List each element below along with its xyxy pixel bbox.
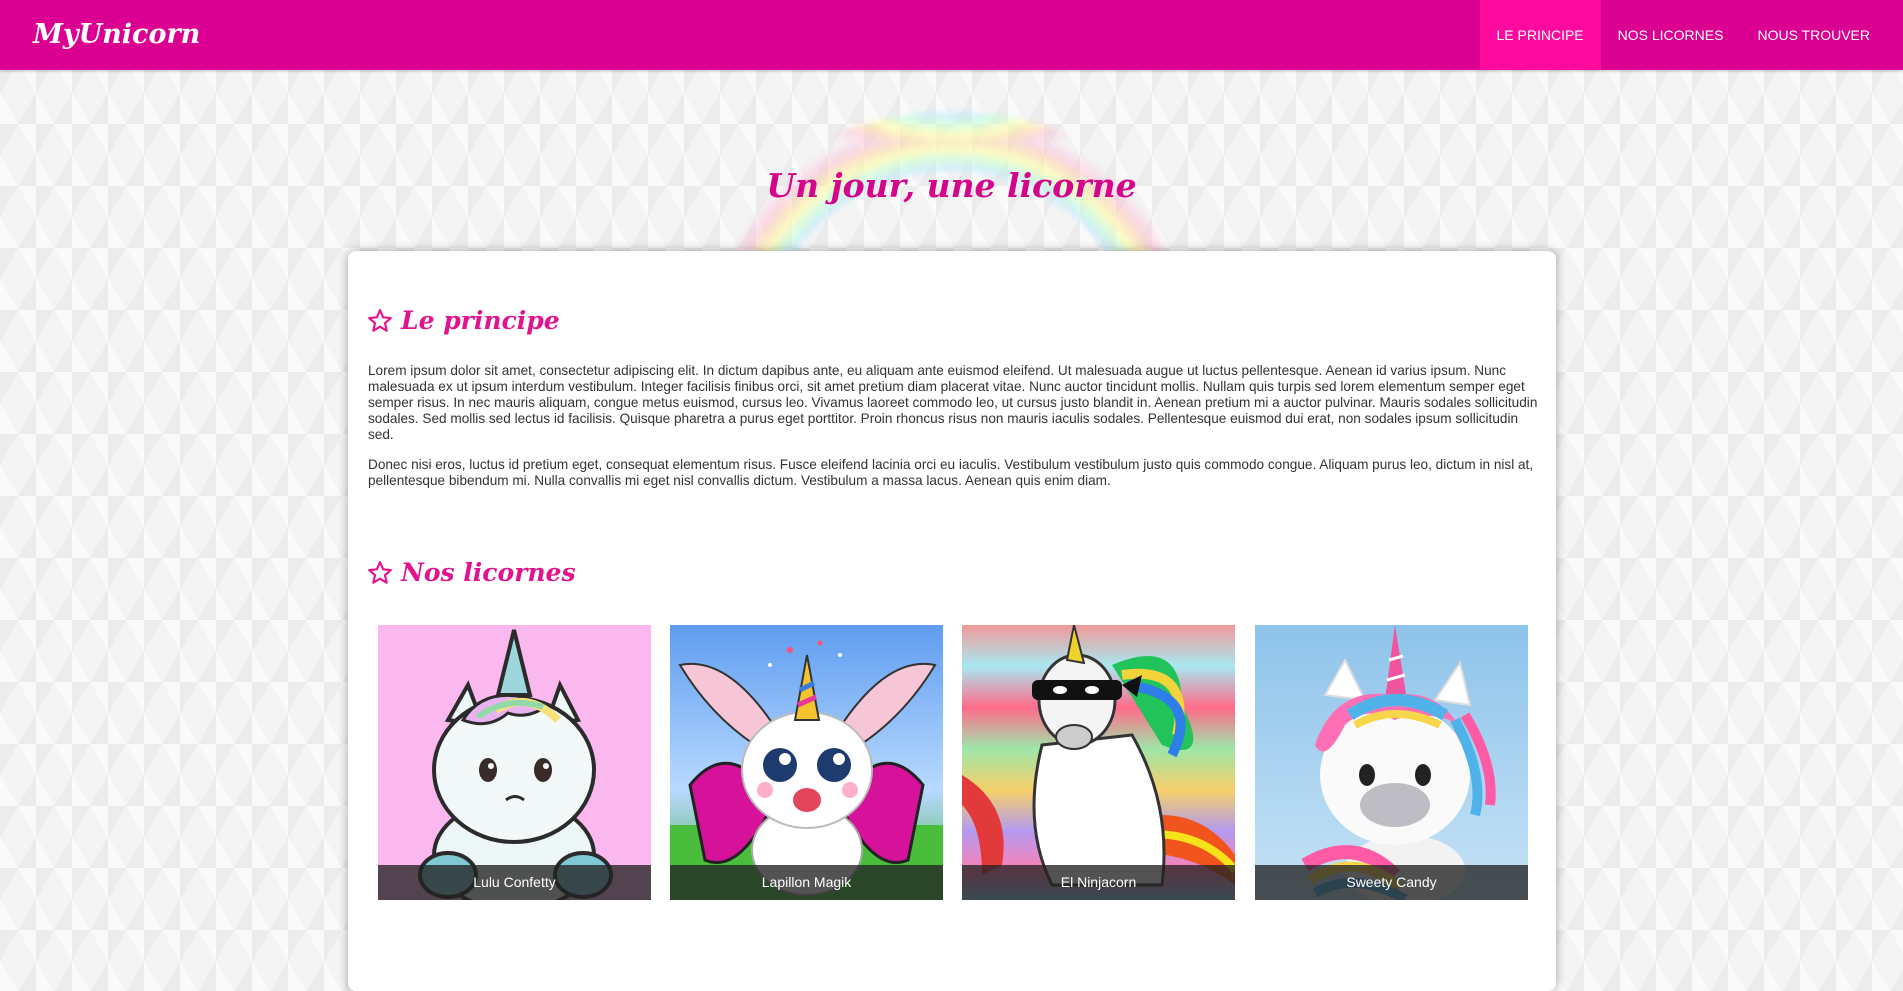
navbar: MyUnicorn LE PRINCIPE NOS LICORNES NOUS … xyxy=(0,0,1903,70)
principe-paragraph-1: Lorem ipsum dolor sit amet, consectetur … xyxy=(368,363,1538,442)
content-card: Le principe Lorem ipsum dolor sit amet, … xyxy=(348,251,1556,991)
section-title-licornes: Nos licornes xyxy=(367,558,576,587)
unicorn-card[interactable]: El Ninjacorn xyxy=(962,625,1235,900)
unicorn-card[interactable]: Lapillon Magik xyxy=(670,625,943,900)
section-title-licornes-text: Nos licornes xyxy=(401,558,576,587)
nav-item-le-principe[interactable]: LE PRINCIPE xyxy=(1479,0,1601,70)
section-title-principe-text: Le principe xyxy=(401,306,560,335)
unicorn-image-lulu xyxy=(378,625,651,900)
unicorn-gallery: Lulu Confetty Lapillon Magik El Ninjacor… xyxy=(378,625,1528,900)
star-icon xyxy=(368,560,392,584)
unicorn-image-sweety xyxy=(1255,625,1528,900)
unicorn-card[interactable]: Lulu Confetty xyxy=(378,625,651,900)
brand-logo[interactable]: MyUnicorn xyxy=(33,0,200,70)
unicorn-name: El Ninjacorn xyxy=(962,865,1235,900)
nav-item-nous-trouver[interactable]: NOUS TROUVER xyxy=(1740,0,1887,70)
unicorn-image-lapillon xyxy=(670,625,943,900)
unicorn-card[interactable]: Sweety Candy xyxy=(1255,625,1528,900)
star-icon xyxy=(368,308,392,332)
main-nav: LE PRINCIPE NOS LICORNES NOUS TROUVER xyxy=(1479,0,1888,70)
unicorn-name: Lapillon Magik xyxy=(670,865,943,900)
hero-title: Un jour, une licorne xyxy=(766,166,1137,205)
principe-paragraph-2: Donec nisi eros, luctus id pretium eget,… xyxy=(368,457,1534,488)
section-title-principe: Le principe xyxy=(367,306,560,335)
unicorn-name: Lulu Confetty xyxy=(378,865,651,900)
unicorn-image-ninjacorn xyxy=(962,625,1235,900)
unicorn-name: Sweety Candy xyxy=(1255,865,1528,900)
nav-item-nos-licornes[interactable]: NOS LICORNES xyxy=(1601,0,1741,70)
